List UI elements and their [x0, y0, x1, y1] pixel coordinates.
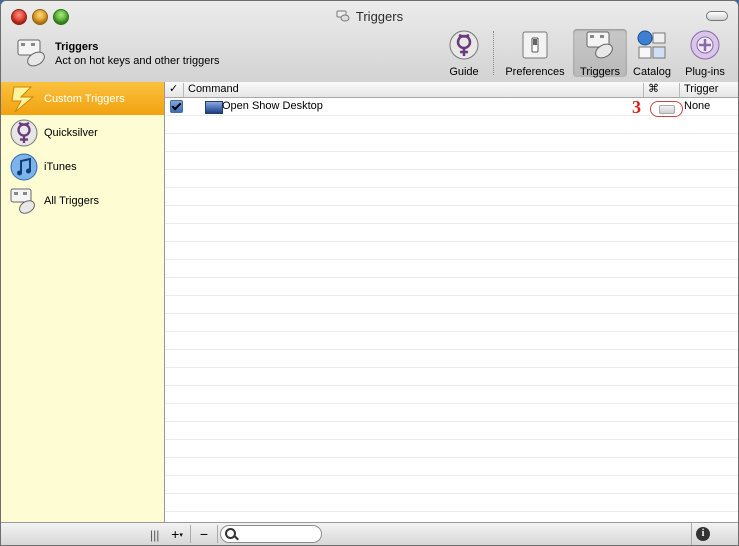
toolbar-guide-button[interactable]: Guide [447, 29, 481, 78]
triggers-icon [10, 188, 35, 214]
toolbar-preferences-label: Preferences [505, 66, 565, 78]
search-icon [225, 528, 236, 539]
sidebar-item-all-triggers[interactable]: All Triggers [1, 184, 164, 217]
minus-icon: − [199, 526, 209, 542]
search-field[interactable] [220, 525, 322, 543]
toolbar-guide-label: Guide [449, 66, 479, 78]
trigger-cell[interactable]: None [684, 100, 710, 112]
remove-trigger-button[interactable]: − [191, 525, 218, 543]
catalog-icon [637, 30, 666, 59]
preferences-switch-icon [522, 31, 548, 59]
column-trigger-header[interactable]: Trigger [680, 83, 738, 97]
window-title-text: Triggers [355, 9, 404, 24]
header-subtitle: Act on hot keys and other triggers [55, 55, 220, 67]
trigger-enabled-checkbox[interactable] [170, 100, 183, 113]
hotkey-field-button[interactable] [650, 101, 683, 117]
toolbar-toggle-button[interactable] [706, 11, 728, 21]
info-button[interactable]: i [696, 527, 710, 541]
split-resize-grip[interactable]: ||| [150, 528, 159, 542]
lightning-icon [11, 86, 35, 113]
itunes-icon [10, 153, 38, 181]
toolbar-plugins-button[interactable]: Plug-ins [680, 29, 730, 78]
toolbar-triggers-button[interactable]: Triggers [573, 29, 627, 78]
sidebar-item-label: All Triggers [44, 195, 100, 207]
annotation-number: 3 [632, 97, 641, 117]
column-command-header[interactable]: Command [184, 83, 644, 97]
quicksilver-guide-icon [449, 30, 479, 60]
titlebar-toolbar: Triggers Triggers Act on hot keys and ot… [1, 1, 738, 83]
sidebar: Custom Triggers Quicksilver iTunes All T… [1, 82, 165, 522]
sidebar-item-quicksilver[interactable]: Quicksilver [1, 116, 164, 149]
desktop-icon [205, 101, 223, 114]
toolbar-triggers-label: Triggers [580, 66, 620, 78]
quicksilver-icon [10, 119, 38, 147]
triggers-header-icon [17, 39, 45, 67]
toolbar-catalog-button[interactable]: Catalog [630, 29, 674, 78]
sidebar-item-label: Quicksilver [44, 127, 98, 139]
bottom-bar: ||| +▾ − i [1, 522, 738, 545]
toolbar-preferences-button[interactable]: Preferences [501, 29, 569, 78]
toolbar-separator [493, 31, 494, 75]
bottom-divider [691, 523, 692, 545]
header-title: Triggers [55, 41, 99, 53]
sidebar-item-itunes[interactable]: iTunes [1, 150, 164, 183]
toolbar-plugins-label: Plug-ins [685, 66, 725, 78]
sidebar-item-label: Custom Triggers [44, 93, 125, 105]
toolbar-catalog-label: Catalog [633, 66, 671, 78]
sidebar-item-custom-triggers[interactable]: Custom Triggers [1, 82, 164, 115]
add-trigger-button[interactable]: +▾ [164, 525, 191, 543]
triggers-table: ✓ Command ⌘ Trigger Open Show Desktop 3 … [165, 82, 738, 522]
window-title: Triggers [1, 9, 738, 24]
command-cell: Open Show Desktop [222, 100, 323, 112]
triggers-title-icon [336, 10, 350, 22]
plugins-icon [690, 30, 720, 60]
column-key-header[interactable]: ⌘ [644, 83, 680, 97]
table-rows: Open Show Desktop 3 None [165, 97, 738, 522]
sidebar-item-label: iTunes [44, 161, 77, 173]
triggers-icon [586, 31, 613, 59]
column-enabled-header[interactable]: ✓ [165, 83, 184, 97]
chevron-down-icon: ▾ [179, 532, 183, 539]
table-header: ✓ Command ⌘ Trigger [165, 82, 738, 98]
table-row[interactable]: Open Show Desktop 3 None [165, 97, 738, 117]
triggers-window: Triggers Triggers Act on hot keys and ot… [0, 0, 739, 546]
